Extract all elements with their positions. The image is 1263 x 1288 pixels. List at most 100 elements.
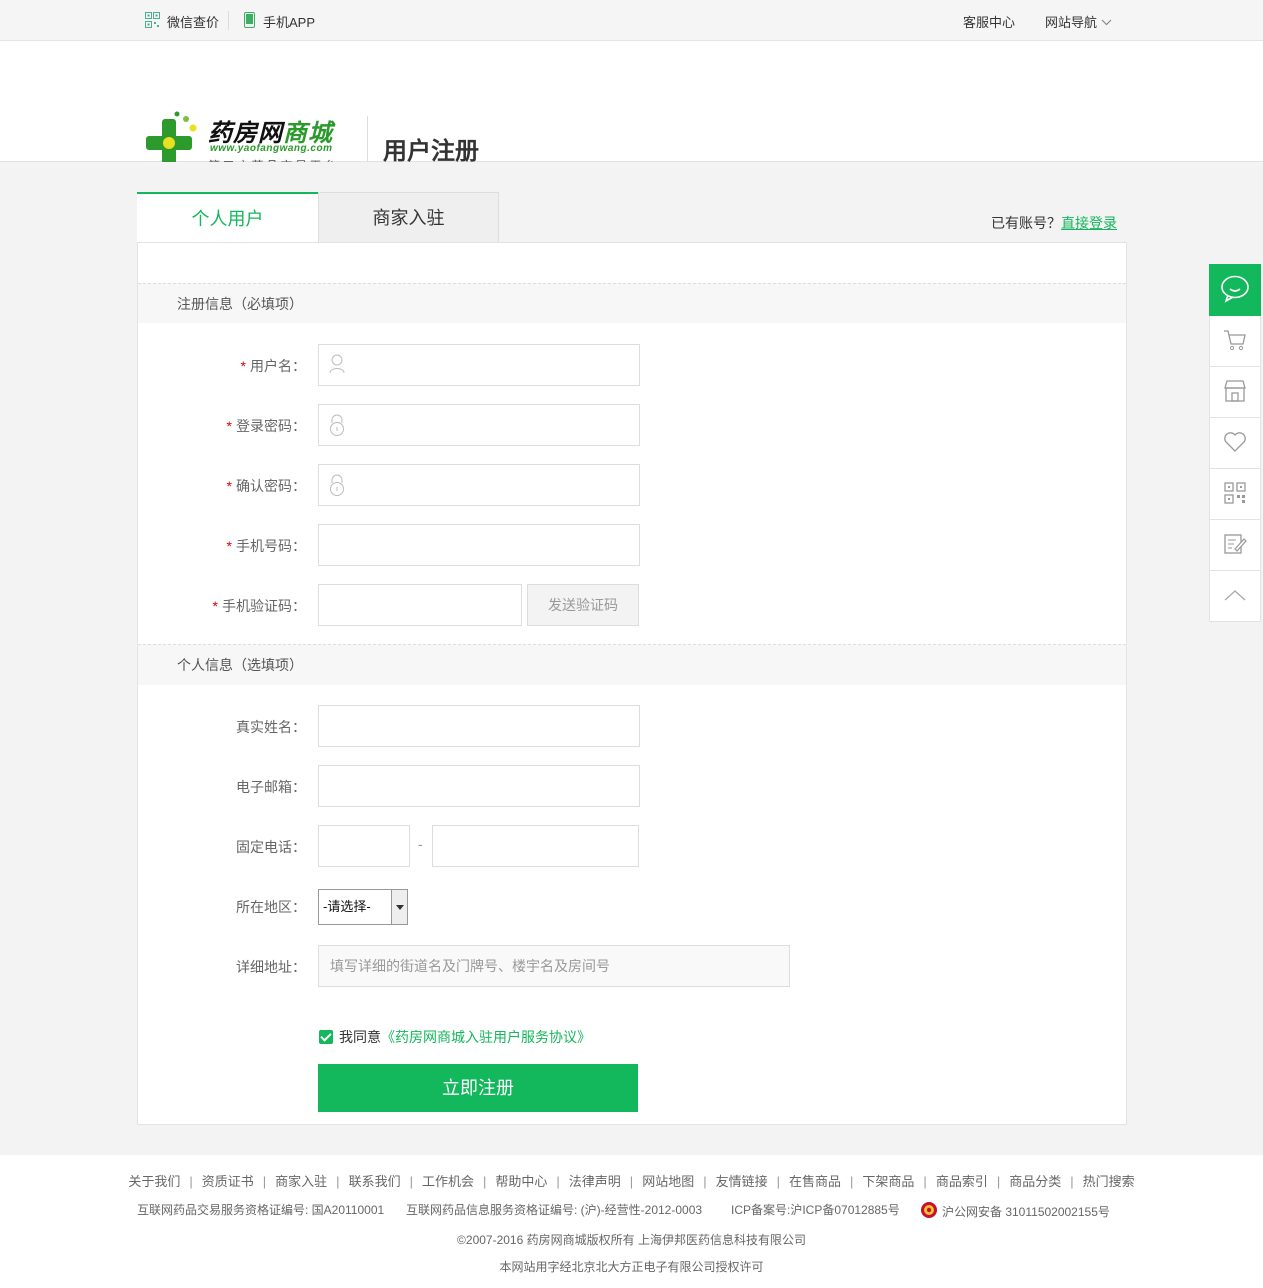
sms-code-input[interactable] xyxy=(318,584,522,626)
footer-link[interactable]: 商品分类 xyxy=(1009,1174,1061,1189)
feedback-button[interactable] xyxy=(1209,520,1261,571)
lock-icon xyxy=(329,414,345,439)
footer-link[interactable]: 下架商品 xyxy=(862,1174,914,1189)
phone-input[interactable] xyxy=(318,524,640,566)
service-center-label: 客服中心 xyxy=(963,15,1016,30)
footer-link[interactable]: 在售商品 xyxy=(789,1174,841,1189)
favorite-button[interactable] xyxy=(1209,418,1261,469)
wechat-price-link[interactable]: 微信查价 xyxy=(145,12,219,31)
username-input[interactable] xyxy=(318,344,640,386)
mobile-app-link[interactable]: 手机APP xyxy=(244,12,315,31)
area-code-input[interactable] xyxy=(318,825,410,867)
region-select-value: -请选择- xyxy=(323,899,371,914)
footer-link[interactable]: 法律声明 xyxy=(569,1174,621,1189)
qrcode-icon xyxy=(1224,481,1246,507)
password-row: * 登录密码： xyxy=(138,404,1126,446)
back-to-top-button[interactable] xyxy=(1209,571,1261,622)
confirm-password-label-text: 确认密码： xyxy=(236,478,306,494)
address-row: 详细地址： 填写详细的街道名及门牌号、楼宇名及房间号 xyxy=(138,945,1126,987)
footer-link[interactable]: 联系我们 xyxy=(349,1174,401,1189)
realname-label: 真实姓名： xyxy=(236,719,306,735)
email-row: 电子邮箱： xyxy=(138,765,1126,807)
shop-button[interactable] xyxy=(1209,367,1261,418)
main-area: 个人用户 商家入驻 已有账号？直接登录 注册信息（必填项） * 用户名： * 登录密… xyxy=(0,162,1263,1155)
tab-merchant[interactable]: 商家入驻 xyxy=(318,192,499,242)
password-input[interactable] xyxy=(318,404,640,446)
footer-link-separator: | xyxy=(409,1174,413,1189)
footer-link[interactable]: 帮助中心 xyxy=(495,1174,547,1189)
topbar-divider xyxy=(228,11,229,30)
email-label: 电子邮箱： xyxy=(236,779,306,795)
page-title: 用户注册 xyxy=(383,138,479,165)
username-label: * 用户名： xyxy=(241,356,306,376)
direct-login-link[interactable]: 直接登录 xyxy=(1061,215,1117,231)
select-arrow-icon xyxy=(391,890,407,924)
police-record-text: 沪公网安备 31011502002155号 xyxy=(942,1205,1110,1219)
site-nav-label: 网站导航 xyxy=(1045,15,1098,30)
drug-trade-license: 互联网药品交易服务资格证编号: 国A20110001 xyxy=(137,1203,385,1217)
icp-record[interactable]: ICP备案号:沪ICP备07012885号 xyxy=(731,1201,900,1218)
tab-personal-user[interactable]: 个人用户 xyxy=(137,192,318,242)
footer-link[interactable]: 资质证书 xyxy=(202,1174,254,1189)
police-record[interactable]: 沪公网安备 31011502002155号 xyxy=(920,1201,1110,1222)
agreement-link[interactable]: 《药房网商城入驻用户服务协议》 xyxy=(381,1027,591,1047)
footer-link-separator: | xyxy=(556,1174,560,1189)
landline-input[interactable] xyxy=(432,825,639,867)
sms-code-label-text: 手机验证码： xyxy=(222,598,306,614)
phone-row: * 手机号码： xyxy=(138,524,1126,566)
region-row: 所在地区： -请选择- xyxy=(138,885,1126,927)
register-button[interactable]: 立即注册 xyxy=(318,1064,638,1112)
footer-link[interactable]: 网站地图 xyxy=(642,1174,694,1189)
site-header: 药房网商城 www.yaofangwang.com 第三方药品交易平台 用户注册 xyxy=(0,41,1263,173)
footer-links: 关于我们 | 资质证书 | 商家入驻 | 联系我们 | 工作机会 | 帮助中心 | 法律声明 | 网站地图 |… xyxy=(0,1171,1263,1190)
phone-label: * 手机号码： xyxy=(227,536,306,556)
sms-code-label: * 手机验证码： xyxy=(213,596,306,616)
cart-button[interactable] xyxy=(1209,316,1261,367)
drug-info-license: 互联网药品信息服务资格证编号: (沪)-经营性-2012-0003 xyxy=(406,1203,703,1217)
footer-link-separator: | xyxy=(703,1174,707,1189)
footer-link-separator: | xyxy=(262,1174,267,1189)
tel-dash: - xyxy=(418,836,423,852)
chevron-down-icon xyxy=(1101,14,1112,29)
landline-row: 固定电话： - xyxy=(138,825,1126,867)
agreement-checkbox[interactable] xyxy=(319,1030,333,1044)
agreement-row: 我同意 《药房网商城入驻用户服务协议》 xyxy=(319,1027,591,1047)
footer-link[interactable]: 友情链接 xyxy=(716,1174,768,1189)
required-section-title: 注册信息（必填项） xyxy=(138,283,1126,323)
required-star: * xyxy=(240,358,246,374)
mobile-app-label: 手机APP xyxy=(263,15,316,30)
realname-input[interactable] xyxy=(318,705,640,747)
required-star: * xyxy=(212,598,218,614)
footer-link[interactable]: 工作机会 xyxy=(422,1174,474,1189)
right-sidebar xyxy=(1209,264,1261,622)
footer-link[interactable]: 关于我们 xyxy=(128,1174,180,1189)
footer-link-separator: | xyxy=(776,1174,780,1189)
service-center-link[interactable]: 客服中心 xyxy=(963,12,1015,31)
region-label: 所在地区： xyxy=(236,899,306,915)
chat-button[interactable] xyxy=(1209,264,1261,316)
footer-link[interactable]: 商品索引 xyxy=(936,1174,988,1189)
email-input[interactable] xyxy=(318,765,640,807)
footer-link[interactable]: 商家入驻 xyxy=(275,1174,327,1189)
send-code-button[interactable]: 发送验证码 xyxy=(527,584,639,626)
font-license: 本网站用字经北京北大方正电子有限公司授权许可 xyxy=(499,1260,764,1274)
footer-link-separator: | xyxy=(996,1174,1001,1189)
copyright: ©2007-2016 药房网商城版权所有 上海伊邦医药信息科技有限公司 xyxy=(457,1233,806,1247)
heart-icon xyxy=(1223,431,1247,456)
logo-url: www.yaofangwang.com xyxy=(210,143,333,154)
agreement-prefix: 我同意 xyxy=(339,1029,381,1045)
footer-link-separator: | xyxy=(336,1174,340,1189)
address-input[interactable]: 填写详细的街道名及门牌号、楼宇名及房间号 xyxy=(318,945,790,987)
police-badge-icon xyxy=(920,1201,938,1222)
footer-link[interactable]: 热门搜索 xyxy=(1083,1174,1135,1189)
confirm-password-label: * 确认密码： xyxy=(227,476,306,496)
wechat-price-label: 微信查价 xyxy=(167,15,220,30)
sms-code-row: * 手机验证码： 发送验证码 xyxy=(138,584,1126,626)
region-select[interactable]: -请选择- xyxy=(318,889,408,925)
password-label-text: 登录密码： xyxy=(236,418,306,434)
confirm-password-input[interactable] xyxy=(318,464,640,506)
username-row: * 用户名： xyxy=(138,344,1126,386)
landline-label: 固定电话： xyxy=(236,839,306,855)
qrcode-button[interactable] xyxy=(1209,469,1261,520)
site-nav-dropdown[interactable]: 网站导航 xyxy=(1045,12,1112,31)
